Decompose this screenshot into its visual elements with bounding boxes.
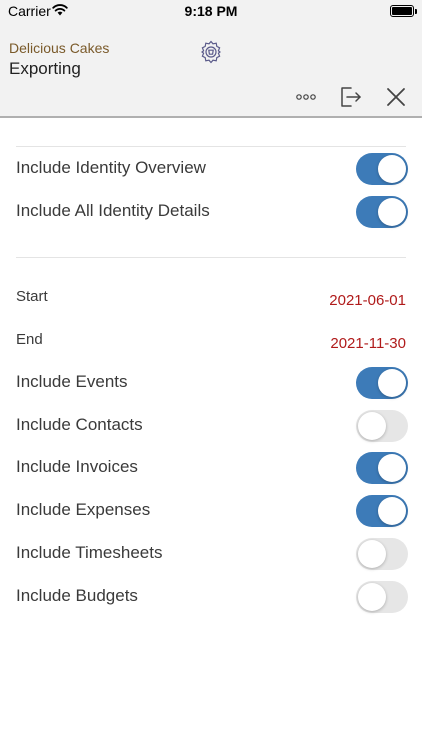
export-icon — [341, 87, 361, 107]
include-contacts-toggle[interactable] — [356, 410, 408, 442]
toggle-knob — [358, 540, 386, 568]
row-label: Include Budgets — [16, 586, 138, 605]
row-label: Include Contacts — [16, 415, 143, 434]
toggle-knob — [358, 412, 386, 440]
include-timesheets-toggle[interactable] — [356, 538, 408, 570]
status-bar: Carrier 9:18 PM — [0, 0, 422, 24]
toggle-knob — [378, 198, 406, 226]
end-date-row[interactable]: End 2021-11-30 — [0, 323, 422, 363]
include-timesheets-row: Include Timesheets — [0, 534, 422, 574]
more-icon — [296, 94, 316, 100]
toggle-knob — [378, 497, 406, 525]
identity-details-toggle[interactable] — [356, 196, 408, 228]
include-budgets-row: Include Budgets — [0, 577, 422, 617]
battery-icon — [390, 5, 414, 17]
row-label: Include All Identity Details — [16, 201, 210, 220]
row-label: Include Expenses — [16, 500, 151, 519]
section-divider — [16, 257, 406, 258]
identity-overview-toggle[interactable] — [356, 153, 408, 185]
start-label: Start — [16, 288, 48, 305]
battery-nub — [415, 9, 417, 14]
include-expenses-toggle[interactable] — [356, 495, 408, 527]
end-label: End — [16, 331, 43, 348]
include-expenses-row: Include Expenses — [0, 491, 422, 531]
toggle-knob — [378, 454, 406, 482]
start-date-row[interactable]: Start 2021-06-01 — [0, 280, 422, 320]
section-divider — [16, 146, 406, 147]
include-budgets-toggle[interactable] — [356, 581, 408, 613]
identity-overview-row: Include Identity Overview — [0, 149, 422, 189]
page-title: Exporting — [9, 59, 81, 78]
include-events-row: Include Events — [0, 363, 422, 403]
toggle-knob — [358, 583, 386, 611]
close-button[interactable] — [382, 84, 410, 110]
more-button[interactable] — [292, 84, 320, 110]
row-label: Include Identity Overview — [16, 158, 206, 177]
company-name: Delicious Cakes — [9, 40, 110, 56]
include-invoices-row: Include Invoices — [0, 448, 422, 488]
navigation-header: Delicious Cakes Exporting — [0, 24, 422, 118]
toggle-knob — [378, 369, 406, 397]
row-label: Include Invoices — [16, 457, 138, 476]
include-contacts-row: Include Contacts — [0, 406, 422, 446]
end-date-value[interactable]: 2021-11-30 — [330, 335, 406, 352]
row-label: Include Events — [16, 372, 128, 391]
toggle-knob — [378, 155, 406, 183]
include-events-toggle[interactable] — [356, 367, 408, 399]
export-button[interactable] — [336, 84, 364, 110]
clock: 9:18 PM — [184, 3, 238, 19]
start-date-value[interactable]: 2021-06-01 — [329, 292, 406, 309]
include-invoices-toggle[interactable] — [356, 452, 408, 484]
close-icon — [387, 88, 405, 106]
row-label: Include Timesheets — [16, 543, 163, 562]
identity-details-row: Include All Identity Details — [0, 192, 422, 232]
gear-icon[interactable] — [198, 39, 224, 65]
